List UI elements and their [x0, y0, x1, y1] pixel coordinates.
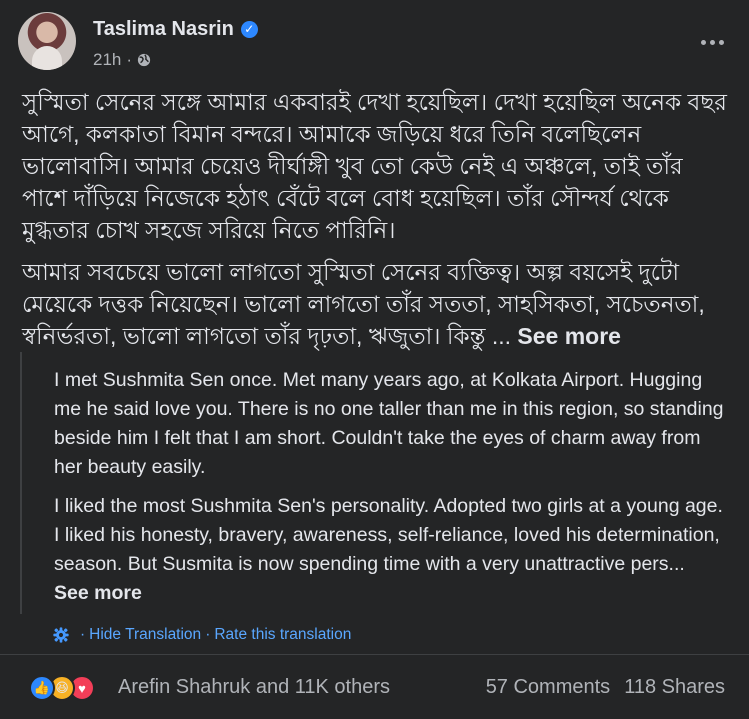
post-time[interactable]: 21h	[93, 50, 121, 70]
post-meta: 21h ·	[93, 50, 151, 70]
translation-paragraph-2: I liked the most Sushmita Sen's personal…	[54, 492, 724, 608]
translation-paragraph-1: I met Sushmita Sen once. Met many years …	[54, 369, 724, 478]
author-avatar[interactable]	[18, 12, 76, 70]
shares-count[interactable]: 118 Shares	[624, 676, 725, 699]
post-paragraph-2: আমার সবচেয়ে ভালো লাগতো সুস্মিতা সেনের ব…	[22, 256, 732, 352]
post-paragraph-1: সুস্মিতা সেনের সঙ্গে আমার একবারই দেখা হয…	[22, 89, 727, 243]
translate-separator-2: ·	[205, 626, 211, 643]
like-icon: 👍	[29, 675, 55, 701]
verified-badge-icon: ✓	[240, 21, 258, 38]
engagement-counts: 57 Comments 118 Shares	[486, 676, 725, 699]
reactors-summary[interactable]: Arefin Shahruk and 11K others	[118, 676, 390, 699]
comments-count[interactable]: 57 Comments	[486, 676, 611, 699]
gear-icon	[53, 627, 69, 643]
author-row: Taslima Nasrin ✓	[93, 18, 258, 41]
meta-separator: ·	[126, 50, 133, 69]
translation-controls: · Hide Translation · Rate this translati…	[52, 626, 351, 644]
more-options-icon[interactable]	[697, 30, 727, 54]
footer-divider	[0, 654, 749, 655]
hide-translation-link[interactable]: Hide Translation	[89, 626, 201, 644]
reaction-icons[interactable]: 👍 😆 ♥	[29, 675, 95, 701]
translation-block: I met Sushmita Sen once. Met many years …	[20, 352, 732, 614]
post-footer: 👍 😆 ♥ Arefin Shahruk and 11K others 57 C…	[0, 654, 749, 719]
see-more-link[interactable]: See more	[517, 323, 621, 349]
translation-paragraph-2-text: I liked the most Sushmita Sen's personal…	[54, 495, 723, 575]
post-body: সুস্মিতা সেনের সঙ্গে আমার একবারই দেখা হয…	[22, 86, 732, 362]
author-name[interactable]: Taslima Nasrin	[93, 18, 234, 41]
post-header: Taslima Nasrin ✓ 21h ·	[18, 12, 733, 72]
rate-translation-link[interactable]: Rate this translation	[214, 626, 351, 644]
globe-icon	[137, 53, 151, 67]
translate-separator-1: ·	[80, 626, 86, 643]
translation-see-more-link[interactable]: See more	[54, 582, 142, 604]
